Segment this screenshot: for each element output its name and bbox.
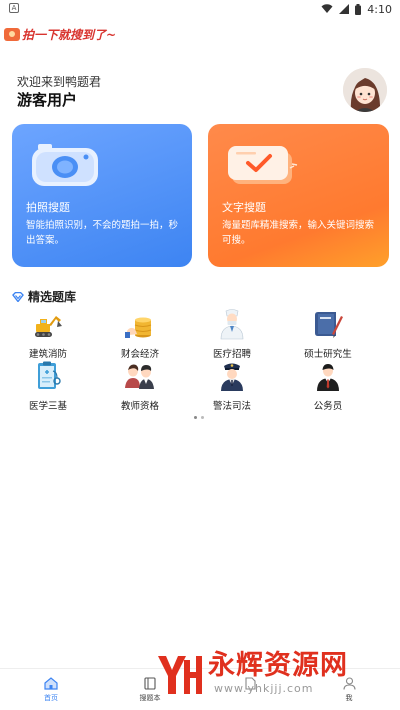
avatar[interactable]	[343, 68, 387, 112]
page-indicator	[194, 416, 204, 419]
app-logo: 拍一下就搜到了~	[4, 24, 116, 44]
nav-label: 首页	[44, 694, 58, 702]
category-label: 警法司法	[212, 401, 251, 412]
teachers-icon	[125, 364, 154, 389]
photo-search-card[interactable]: 拍照搜题 智能拍照识别，不会的题拍一拍，秒出答案。	[12, 124, 192, 267]
page-dot-active	[194, 416, 197, 419]
book-icon	[315, 312, 343, 338]
diamond-icon	[12, 291, 24, 302]
section-title: 精选题库	[28, 290, 77, 304]
watermark-text: 永辉资源网	[208, 650, 348, 681]
category-construction-fire[interactable]: 建筑消防	[8, 306, 88, 360]
category-finance-economics[interactable]: 财会经济	[100, 306, 180, 360]
category-medical-basics[interactable]: 医学三基	[8, 358, 88, 412]
app-notification-icon: A	[9, 3, 19, 13]
watermark-logo-icon	[158, 656, 202, 694]
wifi-icon	[321, 4, 333, 13]
welcome-text: 欢迎来到鸭题君	[17, 75, 102, 89]
checkmark-card-icon	[228, 142, 308, 192]
status-indicators: 4:10	[321, 1, 392, 17]
avatar-girl-icon	[343, 68, 387, 112]
photo-search-desc: 智能拍照识别，不会的题拍一拍，秒出答案。	[26, 220, 179, 246]
category-label: 公务员	[313, 401, 343, 412]
nav-home[interactable]: 首页	[26, 677, 76, 703]
watermark: 永辉资源网 www.yhkjjj.com	[152, 650, 348, 700]
clipboard-icon	[38, 361, 61, 389]
page-dot	[201, 416, 204, 419]
category-medical-recruitment[interactable]: 医疗招聘	[192, 306, 272, 360]
camera-icon	[32, 142, 108, 192]
category-civil-servant[interactable]: 公务员	[288, 358, 368, 412]
battery-icon	[355, 3, 362, 15]
category-teacher-qualification[interactable]: 教师资格	[100, 358, 180, 412]
text-search-desc: 海量题库精准搜索，输入关键词搜索可搜。	[222, 220, 375, 246]
excavator-icon	[35, 316, 62, 337]
featured-section-header: 精选题库	[12, 288, 76, 305]
status-bar: A 4:10	[0, 0, 400, 18]
logo-text: 拍一下就搜到了~	[22, 27, 117, 42]
doctor-icon	[220, 309, 244, 340]
home-icon	[44, 677, 58, 690]
category-police-judicial[interactable]: 警法司法	[192, 358, 272, 412]
police-icon	[221, 363, 243, 391]
photo-search-title: 拍照搜题	[26, 201, 70, 214]
signal-icon	[339, 4, 350, 14]
category-label: 医学三基	[28, 401, 67, 412]
coins-icon	[125, 317, 152, 338]
watermark-url: www.yhkjjj.com	[214, 682, 314, 695]
category-postgraduate[interactable]: 硕士研究生	[288, 306, 368, 360]
status-time: 4:10	[367, 2, 392, 16]
logo-badge-icon	[4, 27, 20, 41]
category-label: 教师资格	[120, 401, 159, 412]
text-search-card[interactable]: 文字搜题 海量题库精准搜索，输入关键词搜索可搜。	[208, 124, 389, 267]
civil-servant-icon	[317, 364, 339, 391]
user-name[interactable]: 游客用户	[17, 89, 77, 110]
text-search-title: 文字搜题	[222, 201, 266, 214]
